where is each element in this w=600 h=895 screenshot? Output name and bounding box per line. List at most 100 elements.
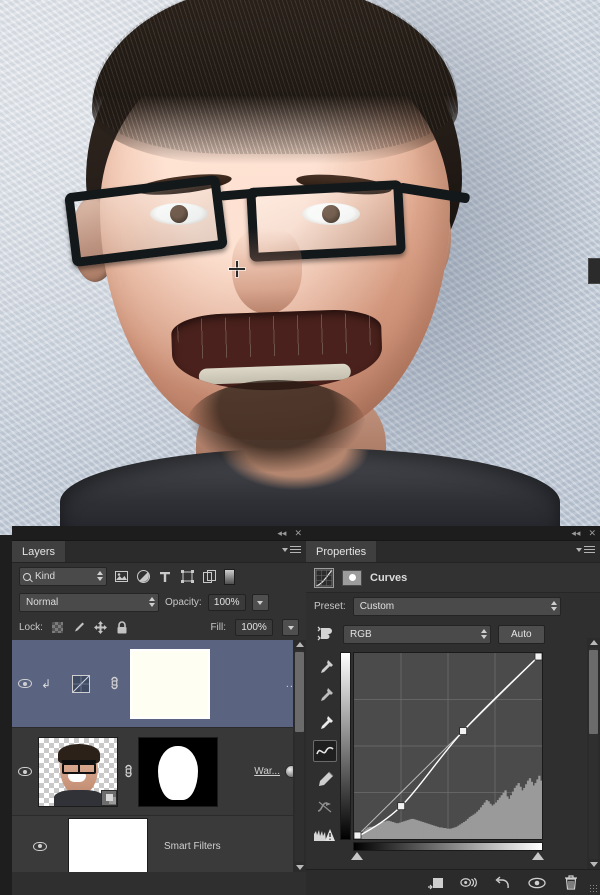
auto-button[interactable]: Auto bbox=[498, 624, 545, 644]
curves-graph[interactable] bbox=[353, 652, 543, 840]
chevron-updown-icon bbox=[97, 571, 103, 581]
table-row[interactable]: War... bbox=[12, 728, 306, 816]
layer-mask-thumbnail[interactable] bbox=[138, 736, 218, 807]
opacity-value[interactable]: 100% bbox=[207, 594, 246, 611]
channel-row: RGB Auto bbox=[306, 620, 600, 648]
lock-image-pixels-icon[interactable] bbox=[72, 621, 85, 634]
eye-icon bbox=[18, 767, 32, 776]
fill-dropdown-icon[interactable] bbox=[282, 619, 299, 636]
panel-menu-caret-icon bbox=[282, 547, 288, 552]
panel-menu-lines-icon bbox=[290, 546, 301, 553]
filter-toggle-icon[interactable] bbox=[224, 568, 235, 585]
smooth-curve-icon[interactable] bbox=[313, 796, 337, 818]
collapse-to-icons-icon[interactable]: ◂◂ bbox=[571, 528, 580, 538]
shape-layer-filter-icon[interactable] bbox=[180, 570, 194, 584]
adjustment-layer-filter-icon[interactable] bbox=[136, 570, 150, 584]
properties-vertical-scrollbar[interactable] bbox=[587, 638, 600, 869]
chevron-updown-icon bbox=[481, 628, 487, 639]
lock-position-icon[interactable] bbox=[93, 621, 107, 634]
close-icon[interactable]: ✕ bbox=[588, 528, 596, 538]
collapse-to-icons-icon[interactable]: ◂◂ bbox=[277, 528, 286, 538]
layers-vertical-scrollbar[interactable] bbox=[293, 640, 306, 872]
collapsed-side-panel[interactable] bbox=[588, 258, 600, 284]
table-row[interactable]: ↲ ... bbox=[12, 640, 306, 728]
scroll-up-icon[interactable] bbox=[296, 642, 304, 647]
curve-point-tool-icon[interactable] bbox=[313, 740, 337, 762]
white-point-slider[interactable] bbox=[532, 852, 544, 860]
hair-strands bbox=[92, 0, 458, 154]
clipping-warning-icon[interactable] bbox=[313, 824, 337, 846]
search-icon bbox=[23, 572, 31, 581]
pencil-draw-curve-icon[interactable] bbox=[313, 768, 337, 790]
properties-panel-titlebar: ◂◂ ✕ bbox=[306, 526, 600, 541]
white-filter-mask-thumbnail[interactable] bbox=[68, 818, 148, 872]
scroll-down-icon[interactable] bbox=[296, 865, 304, 870]
upper-teeth bbox=[176, 312, 377, 360]
link-layers-icon[interactable] bbox=[118, 764, 138, 779]
crosshair-cursor bbox=[229, 261, 245, 277]
tab-properties[interactable]: Properties bbox=[306, 541, 378, 562]
clip-to-layer-icon[interactable] bbox=[426, 875, 444, 891]
input-ramp bbox=[353, 842, 543, 851]
curves-editor bbox=[306, 648, 600, 860]
reset-adjustment-icon[interactable] bbox=[494, 875, 512, 891]
preset-row: Preset: Custom bbox=[306, 593, 600, 620]
lock-transparency-icon[interactable] bbox=[51, 622, 63, 633]
head-silhouette-mask bbox=[158, 745, 198, 800]
scroll-thumb[interactable] bbox=[295, 652, 304, 732]
type-layer-filter-icon[interactable] bbox=[158, 570, 172, 584]
channel-select[interactable]: RGB bbox=[343, 624, 491, 644]
fill-label: Fill: bbox=[210, 622, 226, 633]
image-canvas[interactable] bbox=[0, 0, 600, 535]
curves-tools bbox=[310, 652, 340, 846]
lock-all-icon[interactable] bbox=[116, 621, 129, 634]
layer-mask-thumbnail[interactable] bbox=[130, 648, 210, 719]
preset-select[interactable]: Custom bbox=[352, 597, 561, 616]
layer-mask-icon[interactable] bbox=[342, 569, 362, 586]
tab-filler bbox=[377, 541, 600, 562]
scroll-up-icon[interactable] bbox=[590, 640, 598, 645]
on-image-adjustment-icon[interactable] bbox=[314, 624, 336, 644]
smart-filters-visibility-toggle[interactable] bbox=[12, 841, 68, 851]
layer-thumbnail[interactable] bbox=[38, 736, 118, 807]
gray-point-eyedropper-icon[interactable] bbox=[313, 684, 337, 706]
resize-grip-icon[interactable] bbox=[589, 884, 597, 892]
properties-panel: ◂◂ ✕ Properties Curves Preset: Custom RG… bbox=[306, 526, 600, 895]
portrait-thumbnail bbox=[52, 743, 106, 806]
page-title: Curves bbox=[370, 571, 408, 584]
black-point-slider[interactable] bbox=[351, 852, 363, 860]
layer-visibility-toggle[interactable] bbox=[12, 767, 38, 776]
panel-menu-caret-icon bbox=[576, 547, 582, 552]
portrait-photo bbox=[0, 0, 600, 535]
curves-adjustment-icon[interactable] bbox=[314, 567, 334, 588]
toggle-layer-visibility-icon[interactable] bbox=[528, 875, 546, 891]
blend-mode-row: Normal Opacity: 100% bbox=[12, 590, 306, 615]
tab-properties-label: Properties bbox=[316, 545, 367, 558]
layer-visibility-toggle[interactable] bbox=[12, 679, 38, 688]
delete-adjustment-layer-icon[interactable] bbox=[562, 875, 580, 891]
close-icon[interactable]: ✕ bbox=[294, 528, 302, 538]
scroll-down-icon[interactable] bbox=[590, 862, 598, 867]
chevron-updown-icon bbox=[149, 597, 155, 607]
layer-list[interactable]: ↲ ... War... Smart Filters bbox=[12, 640, 306, 872]
panel-menu-icon[interactable] bbox=[576, 546, 595, 553]
layer-kind-select[interactable]: Kind bbox=[19, 567, 107, 586]
white-point-eyedropper-icon[interactable] bbox=[313, 712, 337, 734]
scroll-thumb[interactable] bbox=[589, 650, 598, 734]
link-layers-icon[interactable] bbox=[104, 676, 124, 691]
fill-value[interactable]: 100% bbox=[235, 619, 273, 636]
opacity-dropdown-icon[interactable] bbox=[251, 594, 269, 611]
layers-tab-row: Layers bbox=[12, 541, 306, 563]
output-ramp bbox=[340, 652, 351, 840]
tab-layers[interactable]: Layers bbox=[12, 541, 67, 562]
black-point-eyedropper-icon[interactable] bbox=[313, 656, 337, 678]
panel-menu-icon[interactable] bbox=[282, 546, 301, 553]
blend-mode-select[interactable]: Normal bbox=[19, 593, 159, 612]
layers-panel: ◂◂ ✕ Layers Kind Normal Opacity: 100% Lo… bbox=[12, 526, 306, 895]
pixel-layer-filter-icon[interactable] bbox=[114, 570, 128, 584]
toggle-previous-state-icon[interactable] bbox=[460, 875, 478, 891]
smart-object-filter-icon[interactable] bbox=[202, 570, 216, 584]
lens-left bbox=[64, 174, 228, 268]
list-item[interactable]: Smart Filters bbox=[12, 816, 306, 872]
curves-thumbnail-icon[interactable] bbox=[72, 674, 90, 693]
